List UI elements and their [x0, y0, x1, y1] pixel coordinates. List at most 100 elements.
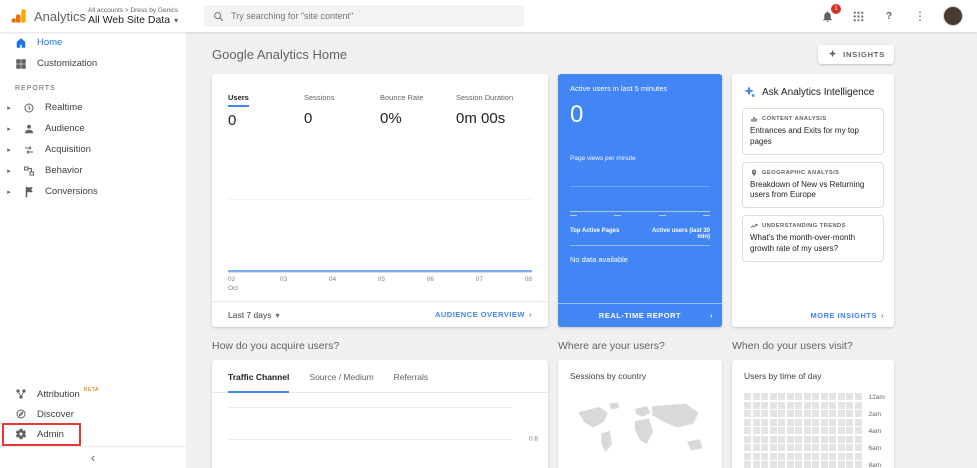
suggestion-category: GEOGRAPHIC ANALYSIS: [762, 169, 840, 176]
apps-grid-icon: [852, 10, 865, 23]
trending-up-icon: [750, 224, 758, 229]
metric-label: Users: [228, 93, 249, 107]
sidebar-item-label: Customization: [37, 58, 98, 69]
time-label: 6am: [868, 445, 882, 452]
pageviews-per-minute-chart: [570, 168, 710, 212]
metric-tab-bounce-rate[interactable]: Bounce Rate 0%: [380, 87, 456, 129]
realtime-card: Active users in last 5 minutes 0 Page vi…: [558, 74, 722, 327]
sidebar-item-label: Behavior: [45, 165, 83, 176]
section-title-visit: When do your users visit?: [732, 340, 853, 352]
sidebar-item-label: Audience: [45, 123, 85, 134]
chart-gridline: [228, 407, 512, 408]
chart-gridline: [228, 199, 532, 200]
insights-button-label: INSIGHTS: [843, 49, 885, 59]
sidebar-item-label: Acquisition: [45, 144, 91, 155]
intelligence-sparkle-icon: [744, 86, 755, 97]
sidebar-item-label: Conversions: [45, 186, 98, 197]
more-options-button[interactable]: [912, 8, 928, 24]
search-input[interactable]: [231, 11, 516, 21]
help-button[interactable]: [881, 8, 897, 24]
intelligence-card: Ask Analytics Intelligence CONTENT ANALY…: [732, 74, 894, 327]
account-breadcrumb: All accounts > Dress by Genics: [88, 6, 179, 14]
sparkle-icon: [829, 49, 837, 57]
metric-value: 0%: [380, 110, 402, 127]
section-title-geo: Where are your users?: [558, 340, 665, 352]
sidebar-item-conversions[interactable]: Conversions: [0, 181, 186, 202]
visit-card-title: Users by time of day: [744, 371, 822, 381]
chevron-right-icon: [710, 311, 713, 320]
metric-label: Sessions: [304, 93, 335, 102]
heatmap-time-labels: 12am 2am 4am 6am 8am 10am: [869, 393, 885, 468]
intelligence-suggestion[interactable]: GEOGRAPHIC ANALYSIS Breakdown of New vs …: [742, 161, 884, 209]
expand-chevron-icon: [5, 188, 13, 196]
insights-button[interactable]: INSIGHTS: [818, 44, 894, 64]
metric-tab-session-duration[interactable]: Session Duration 0m 00s: [456, 87, 532, 129]
y-tick: 0.8: [528, 435, 538, 443]
sidebar-item-customization[interactable]: Customization: [0, 53, 186, 74]
sidebar-item-behavior[interactable]: Behavior: [0, 160, 186, 181]
customization-icon: [16, 58, 26, 69]
collapse-chevron-icon: [91, 449, 95, 467]
tab-traffic-channel[interactable]: Traffic Channel: [228, 372, 290, 393]
pageviews-label: Page views per minute: [570, 155, 636, 162]
active-users-value: 0: [570, 101, 584, 128]
chart-tick-marks: [570, 215, 710, 216]
account-selector[interactable]: All accounts > Dress by Genics All Web S…: [88, 7, 178, 26]
section-title-acquire: How do you acquire users?: [212, 340, 340, 352]
metric-label: Bounce Rate: [380, 93, 424, 102]
header-actions: 1: [819, 4, 977, 26]
metric-tab-users[interactable]: Users 0: [228, 87, 304, 129]
sidebar-item-acquisition[interactable]: Acquisition: [0, 139, 186, 160]
location-pin-icon: [751, 169, 757, 176]
sidebar-item-admin[interactable]: Admin: [0, 424, 186, 444]
x-tick: 04: [328, 276, 337, 283]
tab-referrals[interactable]: Referrals: [394, 372, 428, 392]
audience-person-icon: [24, 124, 34, 133]
link-label: MORE INSIGHTS: [810, 310, 877, 320]
avatar[interactable]: [943, 6, 963, 26]
sidebar-item-home[interactable]: Home: [0, 32, 186, 53]
intelligence-suggestion[interactable]: UNDERSTANDING TRENDS What's the month-ov…: [742, 215, 884, 262]
chevron-right-icon: [529, 310, 532, 319]
realtime-report-link[interactable]: REAL-TIME REPORT: [558, 303, 722, 327]
apps-button[interactable]: [850, 8, 866, 24]
tab-source-medium[interactable]: Source / Medium: [309, 372, 373, 392]
notifications-button[interactable]: 1: [819, 4, 841, 24]
more-insights-link[interactable]: MORE INSIGHTS: [810, 311, 884, 320]
overview-card: Users 0 Sessions 0 Bounce Rate 0% Sessio…: [212, 74, 548, 327]
metric-label: Session Duration: [456, 93, 514, 102]
x-tick: 02 Oct: [228, 276, 239, 292]
search-icon: [213, 11, 224, 22]
x-tick: 08: [524, 276, 532, 283]
sidebar-item-realtime[interactable]: Realtime: [0, 97, 186, 118]
analytics-logo[interactable]: Analytics: [0, 7, 88, 25]
gear-icon: [15, 428, 27, 440]
sidebar: Home Customization REPORTS Realtime Audi…: [0, 32, 186, 468]
world-map: [570, 395, 710, 468]
intelligence-suggestion[interactable]: CONTENT ANALYSIS Entrances and Exits for…: [742, 108, 884, 155]
suggestion-question: What's the month-over-month growth rate …: [750, 233, 856, 253]
attribution-icon: [16, 389, 26, 399]
time-label: 4am: [868, 428, 882, 435]
sidebar-collapse-button[interactable]: [0, 446, 186, 468]
audience-overview-link[interactable]: AUDIENCE OVERVIEW: [435, 310, 532, 319]
date-range-label: Last 7 days: [228, 309, 272, 320]
sidebar-item-label: Home: [37, 37, 63, 48]
property-name: All Web Site Data: [88, 13, 171, 26]
x-tick: 06: [426, 276, 434, 283]
time-label: 8am: [868, 462, 882, 468]
sidebar-item-attribution[interactable]: Attribution BETA: [0, 384, 186, 404]
metric-value: 0m 00s: [456, 110, 506, 127]
metric-tab-sessions[interactable]: Sessions 0: [304, 87, 380, 129]
expand-chevron-icon: [5, 167, 13, 175]
time-of-day-heatmap: [744, 393, 862, 468]
date-range-selector[interactable]: Last 7 days: [228, 310, 280, 320]
sidebar-item-audience[interactable]: Audience: [0, 118, 186, 139]
chart-zero-line: [228, 270, 532, 272]
chevron-right-icon: [881, 311, 884, 320]
link-label: REAL-TIME REPORT: [598, 311, 682, 320]
main-content: Google Analytics Home INSIGHTS Users 0 S: [186, 32, 977, 468]
metric-value: 0: [304, 110, 313, 127]
sidebar-item-discover[interactable]: Discover: [0, 404, 186, 424]
search-bar[interactable]: [204, 5, 525, 27]
